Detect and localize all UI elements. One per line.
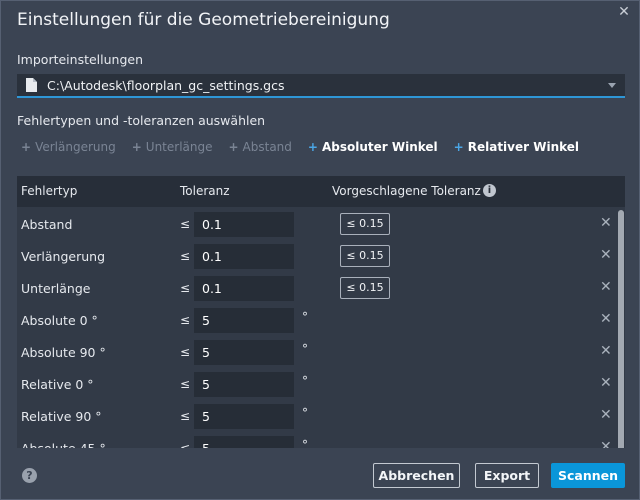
operator-label: ≤ [180, 281, 191, 295]
add-extension-button[interactable]: + Verlängerung [21, 140, 116, 156]
error-type-name: Absolute 90 ° [21, 345, 106, 360]
info-icon[interactable]: i [483, 184, 496, 197]
add-absolute-angle-button[interactable]: + Absoluter Winkel [308, 140, 438, 156]
dialog-title: Einstellungen für die Geometriebereinigu… [17, 10, 390, 30]
unit-label: ° [302, 310, 308, 324]
unit-label: ° [302, 342, 308, 356]
remove-row-icon[interactable]: ✕ [600, 375, 612, 391]
error-type-name: Abstand [21, 217, 73, 232]
geometry-cleanup-dialog: Einstellungen für die Geometriebereinigu… [0, 0, 640, 500]
add-undershoot-button[interactable]: + Unterlänge [132, 140, 213, 156]
cancel-button[interactable]: Abbrechen [373, 463, 460, 488]
tolerance-input[interactable] [194, 340, 294, 365]
suggested-tolerance-button[interactable]: ≤ 0.15 [340, 277, 390, 299]
plus-icon: + [131, 140, 142, 154]
remove-row-icon[interactable]: ✕ [600, 407, 612, 423]
error-type-name: Absolute 45 ° [21, 441, 106, 448]
operator-label: ≤ [180, 345, 191, 359]
export-button[interactable]: Export [475, 463, 539, 488]
table-row: Absolute 45 ° ≤ ° ✕ [17, 432, 625, 448]
import-file-select[interactable]: C:\Autodesk\floorplan_gc_settings.gcs [17, 74, 625, 98]
table-row: Absolute 90 ° ≤ ° ✕ [17, 336, 625, 368]
header-tolerance: Toleranz [180, 184, 230, 198]
import-settings-label: Importeinstellungen [17, 52, 144, 67]
remove-row-icon[interactable]: ✕ [600, 279, 612, 295]
chip-label: Verlängerung [35, 140, 116, 154]
operator-label: ≤ [180, 217, 191, 231]
tolerance-input[interactable] [194, 436, 294, 448]
remove-row-icon[interactable]: ✕ [600, 215, 612, 231]
remove-row-icon[interactable]: ✕ [600, 343, 612, 359]
suggested-tolerance-button[interactable]: ≤ 0.15 [340, 213, 390, 235]
unit-label: ° [302, 406, 308, 420]
error-type-name: Verlängerung [21, 249, 106, 264]
operator-label: ≤ [180, 441, 191, 448]
table-row: Relative 90 ° ≤ ° ✕ [17, 400, 625, 432]
chevron-down-icon[interactable] [608, 83, 616, 88]
remove-row-icon[interactable]: ✕ [600, 439, 612, 448]
header-suggested: Vorgeschlagene Toleranz [332, 184, 481, 198]
table-header: Fehlertyp Toleranz Vorgeschlagene Tolera… [17, 176, 625, 207]
plus-icon: + [307, 140, 318, 154]
add-distance-button[interactable]: + Abstand [228, 140, 291, 156]
operator-label: ≤ [180, 377, 191, 391]
table-row: Absolute 0 ° ≤ ° ✕ [17, 304, 625, 336]
header-type: Fehlertyp [21, 184, 78, 198]
plus-icon: + [21, 140, 32, 154]
file-path: C:\Autodesk\floorplan_gc_settings.gcs [47, 78, 285, 93]
help-icon[interactable]: ? [22, 468, 37, 483]
scrollbar-thumb[interactable] [618, 210, 624, 448]
operator-label: ≤ [180, 409, 191, 423]
tolerance-input[interactable] [194, 212, 294, 237]
error-type-name: Relative 0 ° [21, 377, 94, 392]
chip-label: Relativer Winkel [467, 140, 580, 154]
tolerance-input[interactable] [194, 244, 294, 269]
error-type-name: Unterlänge [21, 281, 91, 296]
remove-row-icon[interactable]: ✕ [600, 247, 612, 263]
error-type-name: Absolute 0 ° [21, 313, 98, 328]
tolerance-input[interactable] [194, 276, 294, 301]
unit-label: ° [302, 438, 308, 448]
plus-icon: + [453, 140, 464, 154]
unit-label: ° [302, 374, 308, 388]
tolerance-input[interactable] [194, 372, 294, 397]
chip-label: Absoluter Winkel [321, 140, 438, 154]
scan-button[interactable]: Scannen [551, 463, 625, 488]
chip-label: Unterlänge [145, 140, 213, 154]
document-icon [26, 78, 37, 92]
error-type-name: Relative 90 ° [21, 409, 102, 424]
table-row: Relative 0 ° ≤ ° ✕ [17, 368, 625, 400]
plus-icon: + [228, 140, 239, 154]
chip-label: Abstand [242, 140, 292, 154]
suggested-tolerance-button[interactable]: ≤ 0.15 [340, 245, 390, 267]
remove-row-icon[interactable]: ✕ [600, 311, 612, 327]
tolerance-input[interactable] [194, 308, 294, 333]
table-body: Abstand≤≤ 0.15✕Verlängerung≤≤ 0.15✕Unter… [17, 208, 625, 448]
add-relative-angle-button[interactable]: + Relativer Winkel [454, 140, 579, 156]
table-row: Verlängerung ≤ ≤ 0.15 ✕ [17, 240, 625, 272]
operator-label: ≤ [180, 249, 191, 263]
error-type-toolbar: + Verlängerung + Unterlänge + Abstand + Abso… [21, 140, 595, 156]
table-row: Abstand ≤ ≤ 0.15 ✕ [17, 208, 625, 240]
table-row: Unterlänge ≤ ≤ 0.15 ✕ [17, 272, 625, 304]
close-icon[interactable]: ✕ [617, 5, 631, 19]
operator-label: ≤ [180, 313, 191, 327]
error-types-label: Fehlertypen und -toleranzen auswählen [17, 113, 266, 128]
tolerance-input[interactable] [194, 404, 294, 429]
tolerance-table: Fehlertyp Toleranz Vorgeschlagene Tolera… [17, 176, 625, 448]
table-scrollbar[interactable] [617, 208, 625, 448]
